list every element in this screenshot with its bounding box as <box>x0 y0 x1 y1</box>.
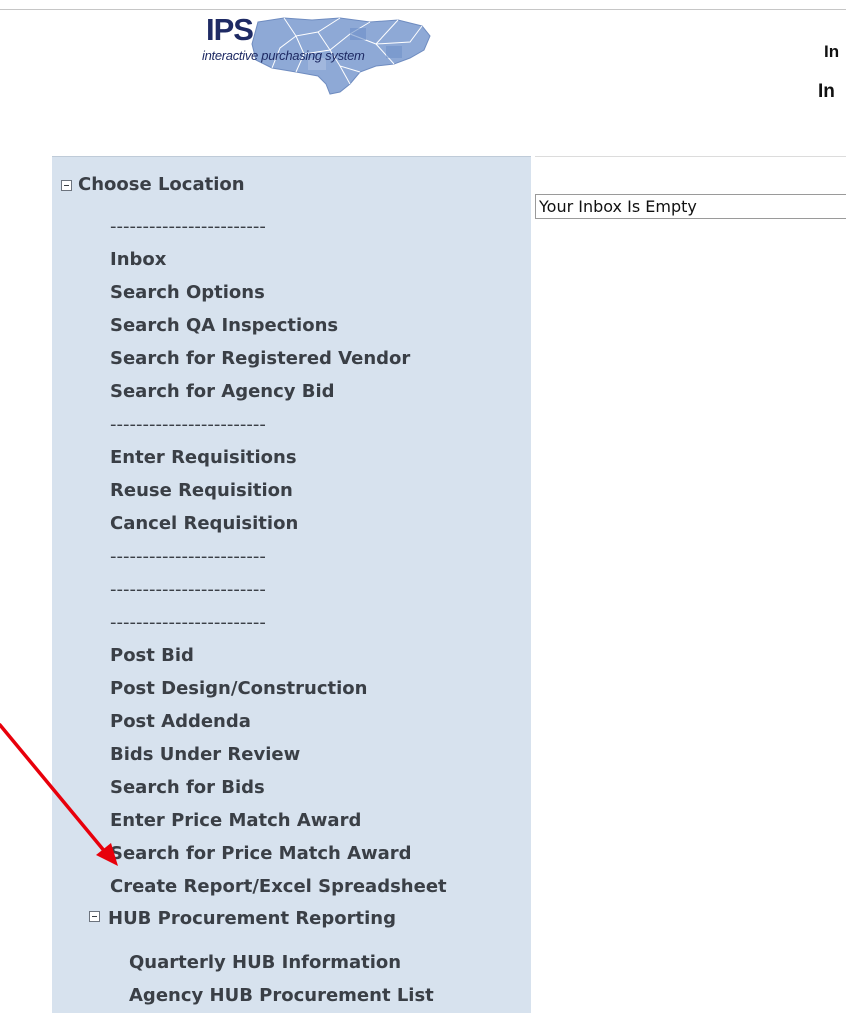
menu-item-reuse-requisition[interactable]: Reuse Requisition <box>110 480 293 502</box>
menu-item-search-registered-vendor[interactable]: Search for Registered Vendor <box>110 348 410 370</box>
menu-separator: ------------------------ <box>110 216 266 237</box>
menu-item-search-for-bids[interactable]: Search for Bids <box>110 777 265 799</box>
menu-item-search-agency-bid[interactable]: Search for Agency Bid <box>110 381 335 403</box>
menu-item-quarterly-hub-information[interactable]: Quarterly HUB Information <box>129 952 401 974</box>
menu-item-post-addenda[interactable]: Post Addenda <box>110 711 251 733</box>
ips-logo: IPS interactive purchasing system <box>200 14 436 96</box>
logo-tagline: interactive purchasing system <box>202 48 365 63</box>
menu-item-search-qa-inspections[interactable]: Search QA Inspections <box>110 315 338 337</box>
menu-root-choose-location[interactable]: Choose Location <box>78 174 245 196</box>
logo-wordmark: IPS <box>206 12 254 47</box>
content-divider <box>535 156 846 157</box>
menu-item-create-report[interactable]: Create Report/Excel Spreadsheet <box>110 876 447 898</box>
page-title-line-1: In <box>824 42 840 61</box>
top-divider <box>0 9 846 10</box>
collapse-toggle-icon[interactable] <box>61 180 72 191</box>
menu-separator: ------------------------ <box>110 579 266 600</box>
hub-collapse-toggle-icon[interactable] <box>89 911 100 922</box>
inbox-empty-message: Your Inbox Is Empty <box>539 197 697 216</box>
menu-item-inbox[interactable]: Inbox <box>110 249 166 271</box>
menu-item-search-price-match-award[interactable]: Search for Price Match Award <box>110 843 412 865</box>
left-nav-menu: Choose Location ------------------------… <box>52 156 531 1013</box>
menu-item-search-options[interactable]: Search Options <box>110 282 265 304</box>
menu-separator: ------------------------ <box>110 612 266 633</box>
menu-item-agency-hub-procurement-list[interactable]: Agency HUB Procurement List <box>129 985 434 1007</box>
menu-item-post-design-construction[interactable]: Post Design/Construction <box>110 678 367 700</box>
menu-item-cancel-requisition[interactable]: Cancel Requisition <box>110 513 298 535</box>
inbox-status-box: Your Inbox Is Empty <box>535 194 846 219</box>
menu-item-post-bid[interactable]: Post Bid <box>110 645 194 667</box>
menu-separator: ------------------------ <box>110 546 266 567</box>
menu-item-bids-under-review[interactable]: Bids Under Review <box>110 744 300 766</box>
menu-item-enter-price-match-award[interactable]: Enter Price Match Award <box>110 810 361 832</box>
menu-item-enter-requisitions[interactable]: Enter Requisitions <box>110 447 297 469</box>
menu-group-hub-procurement-reporting[interactable]: HUB Procurement Reporting <box>108 908 396 930</box>
menu-separator: ------------------------ <box>110 414 266 435</box>
page-title-line-2: In <box>818 81 835 102</box>
